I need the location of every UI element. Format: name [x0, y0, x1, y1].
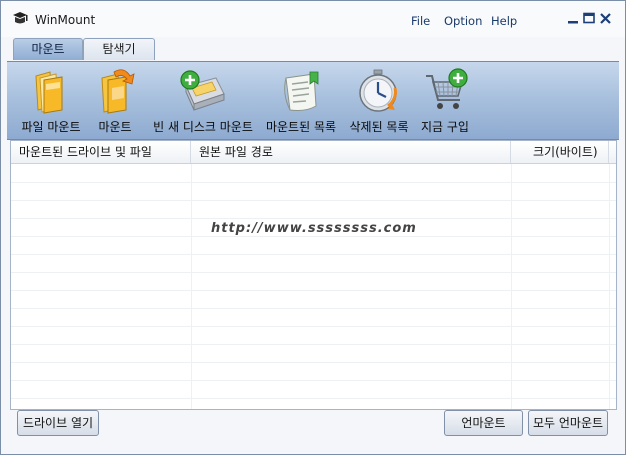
- menu-help[interactable]: Help: [491, 14, 517, 28]
- minimize-button[interactable]: [567, 12, 580, 25]
- new-disk-mount-button[interactable]: 빈 새 디스크 마운트: [147, 62, 259, 139]
- shopping-cart-icon: [420, 68, 470, 114]
- file-mount-button[interactable]: 파일 마운트: [11, 62, 91, 139]
- file-mount-label: 파일 마운트: [21, 120, 81, 134]
- empty-row: [11, 290, 616, 309]
- maximize-button[interactable]: [583, 12, 596, 25]
- empty-row: [11, 182, 616, 201]
- new-disk-add-icon: [178, 68, 228, 114]
- menu-option[interactable]: Option: [444, 14, 482, 28]
- unmount-button[interactable]: 언마운트: [444, 410, 523, 436]
- column-header-size[interactable]: 크기(바이트): [511, 141, 609, 163]
- column-divider: [609, 164, 610, 409]
- mounted-list-icon: [276, 68, 326, 114]
- deleted-list-button[interactable]: 삭제된 목록: [341, 62, 417, 139]
- empty-row: [11, 380, 616, 399]
- empty-row: [11, 344, 616, 363]
- deleted-list-label: 삭제된 목록: [349, 120, 409, 134]
- title-bar: WinMount File Option Help: [1, 1, 625, 37]
- watermark-text: http://www.ssssssss.com: [211, 221, 417, 236]
- mount-button[interactable]: 마운트: [81, 62, 149, 139]
- mounted-list-label: 마운트된 목록: [265, 120, 337, 134]
- empty-row: [11, 308, 616, 327]
- empty-row: [11, 254, 616, 273]
- new-disk-mount-label: 빈 새 디스크 마운트: [153, 120, 253, 134]
- close-icon: [600, 13, 611, 24]
- column-divider: [191, 164, 192, 409]
- open-drive-button[interactable]: 드라이브 열기: [17, 410, 99, 436]
- deleted-list-clock-icon: [354, 68, 404, 114]
- mounted-files-list[interactable]: 마운트된 드라이브 및 파일 원본 파일 경로 크기(바이트) http://w…: [10, 140, 617, 410]
- unmount-all-button[interactable]: 모두 언마운트: [528, 410, 608, 436]
- empty-row: [11, 362, 616, 381]
- empty-row: [11, 164, 616, 183]
- toolbar: 파일 마운트 마운트 빈 새 디스크 마운트 마운트된 목록 삭제된 목록 지금…: [7, 61, 619, 140]
- column-header-mounted-drive[interactable]: 마운트된 드라이브 및 파일: [11, 141, 191, 163]
- minimize-icon: [568, 21, 578, 24]
- tab-mount[interactable]: 마운트: [13, 38, 83, 60]
- menu-file[interactable]: File: [411, 14, 430, 28]
- close-button[interactable]: [599, 12, 612, 25]
- mounted-list-button[interactable]: 마운트된 목록: [261, 62, 341, 139]
- empty-row: [11, 200, 616, 219]
- tab-explorer[interactable]: 탐색기: [83, 38, 155, 60]
- buy-now-label: 지금 구입: [421, 120, 469, 134]
- winmount-logo-icon: [11, 11, 29, 27]
- mount-label: 마운트: [98, 120, 132, 134]
- list-header: 마운트된 드라이브 및 파일 원본 파일 경로 크기(바이트): [11, 141, 616, 164]
- column-divider: [511, 164, 512, 409]
- empty-row: [11, 272, 616, 291]
- column-header-source-path[interactable]: 원본 파일 경로: [191, 141, 511, 163]
- empty-row: [11, 326, 616, 345]
- list-body[interactable]: [11, 164, 616, 409]
- app-window: WinMount File Option Help 마운트 탐색기 파일 마운트…: [0, 0, 626, 455]
- folder-orange-arrow-icon: [90, 68, 140, 114]
- maximize-icon: [583, 12, 595, 24]
- buy-now-button[interactable]: 지금 구입: [413, 62, 477, 139]
- window-title: WinMount: [35, 13, 96, 27]
- empty-row: [11, 236, 616, 255]
- folder-mount-icon: [26, 68, 76, 114]
